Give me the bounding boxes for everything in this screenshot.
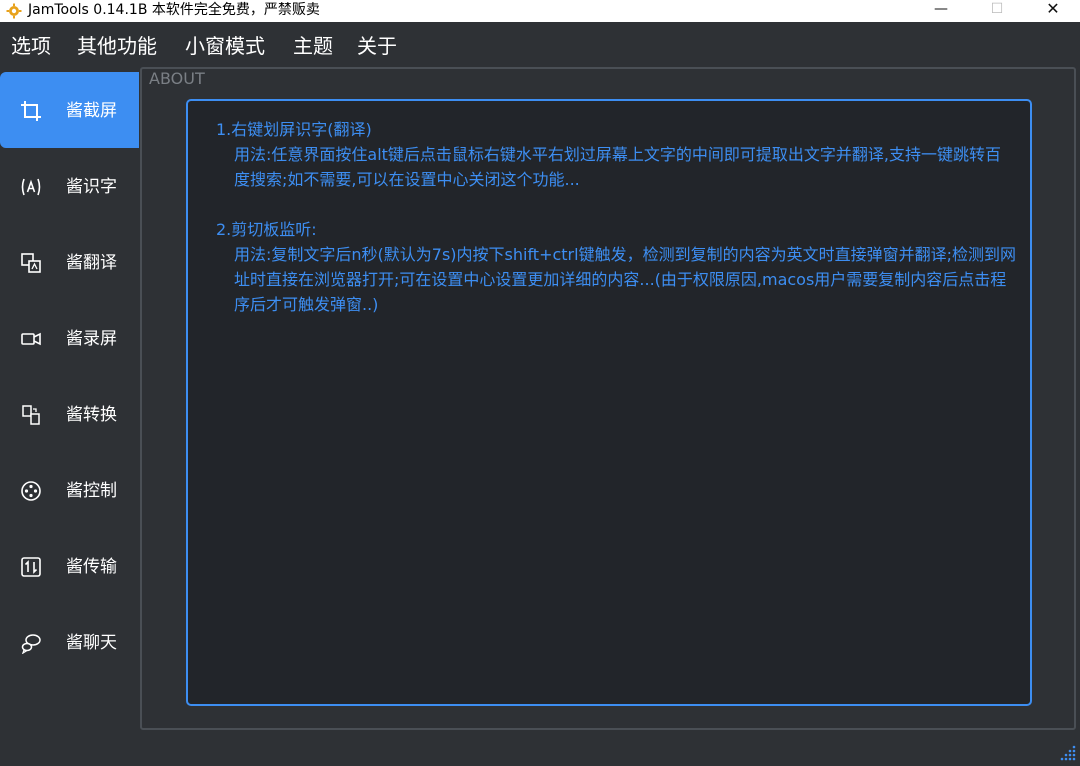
- sidebar-item-screenshot[interactable]: 酱截屏: [0, 72, 139, 148]
- menu-bar: 选项 其他功能 小窗模式 主题 关于: [0, 22, 1080, 68]
- maximize-button[interactable]: ☐: [974, 0, 1020, 22]
- sidebar-item-label: 酱翻译: [66, 253, 117, 273]
- sidebar-item-label: 酱录屏: [66, 329, 117, 349]
- file-convert-icon: [20, 404, 42, 426]
- resize-grip-icon[interactable]: [1057, 742, 1077, 762]
- sidebar-item-label: 酱控制: [66, 481, 117, 501]
- control-icon: [20, 480, 42, 502]
- section2-body: 用法:复制文字后n秒(默认为7s)内按下shift+ctrl键触发，检测到复制的…: [234, 245, 1016, 314]
- menu-about[interactable]: 关于: [357, 34, 397, 58]
- sidebar-item-label: 酱转换: [66, 405, 117, 425]
- text-scan-icon: [20, 176, 42, 198]
- translate-icon: [20, 252, 42, 274]
- sidebar-item-convert[interactable]: 酱转换: [0, 376, 139, 452]
- status-bar: [0, 734, 1080, 765]
- sidebar-item-ocr[interactable]: 酱识字: [0, 148, 139, 224]
- sidebar-item-label: 酱截屏: [66, 101, 117, 121]
- menu-mini-mode[interactable]: 小窗模式: [185, 34, 265, 58]
- sidebar-item-label: 酱传输: [66, 557, 117, 577]
- sidebar-item-label: 酱聊天: [66, 633, 117, 653]
- transfer-icon: [20, 556, 42, 578]
- menu-other-features[interactable]: 其他功能: [77, 34, 157, 58]
- about-text-content: 1.右键划屏识字(翻译) 用法:任意界面按住alt键后点击鼠标右键水平右划过屏幕…: [216, 117, 1016, 317]
- sidebar-item-translate[interactable]: 酱翻译: [0, 224, 139, 300]
- sidebar-item-control[interactable]: 酱控制: [0, 452, 139, 528]
- crop-icon: [20, 100, 42, 122]
- chat-icon: [20, 632, 42, 654]
- section1-title: 1.右键划屏识字(翻译): [216, 120, 372, 139]
- window-title: JamTools 0.14.1B 本软件完全免费，严禁贩卖: [28, 2, 320, 18]
- menu-options[interactable]: 选项: [11, 34, 51, 58]
- sidebar-item-label: 酱识字: [66, 177, 117, 197]
- about-text-area[interactable]: 1.右键划屏识字(翻译) 用法:任意界面按住alt键后点击鼠标右键水平右划过屏幕…: [186, 99, 1032, 706]
- section1-body: 用法:任意界面按住alt键后点击鼠标右键水平右划过屏幕上文字的中间即可提取出文字…: [234, 145, 1002, 189]
- sidebar-item-chat[interactable]: 酱聊天: [0, 604, 139, 680]
- about-group-title: ABOUT: [147, 69, 207, 89]
- minimize-button[interactable]: —: [918, 0, 964, 22]
- app-gear-icon: [6, 3, 22, 19]
- close-button[interactable]: ✕: [1030, 0, 1076, 22]
- menu-theme[interactable]: 主题: [293, 34, 333, 58]
- video-camera-icon: [20, 328, 42, 350]
- sidebar: 酱截屏 酱识字 酱翻译 酱录屏 酱转换 酱控制 酱传输 酱聊天: [0, 68, 140, 734]
- section2-title: 2.剪切板监听:: [216, 220, 317, 239]
- sidebar-item-transfer[interactable]: 酱传输: [0, 528, 139, 604]
- title-bar: JamTools 0.14.1B 本软件完全免费，严禁贩卖 — ☐ ✕: [0, 0, 1080, 22]
- sidebar-item-screen-record[interactable]: 酱录屏: [0, 300, 139, 376]
